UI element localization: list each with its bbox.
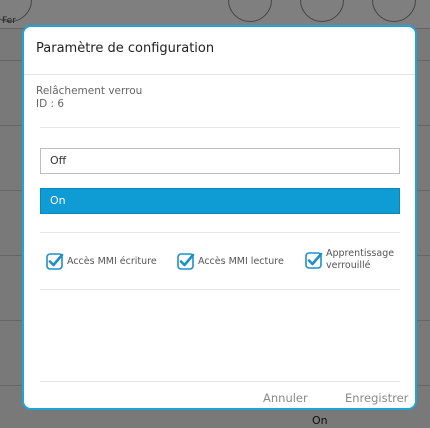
cancel-button[interactable]: Annuler bbox=[263, 391, 308, 405]
option-off[interactable]: Off bbox=[40, 148, 400, 174]
checkbox-checked-icon[interactable] bbox=[305, 251, 323, 269]
option-on[interactable]: On bbox=[40, 188, 400, 214]
checkbox-mmi-write-label: Accès MMI écriture bbox=[67, 255, 157, 267]
options-divider bbox=[40, 232, 400, 233]
checkbox-divider bbox=[40, 289, 400, 290]
parameter-id: ID : 6 bbox=[36, 98, 65, 110]
title-divider bbox=[24, 74, 415, 75]
dialog-title: Paramètre de configuration bbox=[36, 41, 215, 56]
checkbox-learning-locked[interactable]: Apprentissage verrouillé bbox=[305, 248, 394, 272]
configuration-dialog: Paramètre de configuration Relâchement v… bbox=[22, 25, 417, 410]
checkbox-learning-locked-label: Apprentissage verrouillé bbox=[326, 248, 394, 272]
checkbox-mmi-read[interactable]: Accès MMI lecture bbox=[177, 252, 284, 270]
parameter-name: Relâchement verrou bbox=[36, 85, 143, 97]
checkbox-checked-icon[interactable] bbox=[177, 252, 195, 270]
save-button[interactable]: Enregistrer bbox=[345, 391, 408, 405]
info-divider bbox=[40, 127, 400, 128]
checkbox-learning-locked-label-line1: Apprentissage bbox=[326, 248, 395, 259]
footer-divider bbox=[40, 381, 400, 382]
checkbox-mmi-read-label: Accès MMI lecture bbox=[198, 255, 284, 267]
checkbox-learning-locked-label-line2: verrouillé bbox=[326, 260, 371, 271]
checkbox-checked-icon[interactable] bbox=[46, 252, 64, 270]
checkbox-mmi-write[interactable]: Accès MMI écriture bbox=[46, 252, 157, 270]
